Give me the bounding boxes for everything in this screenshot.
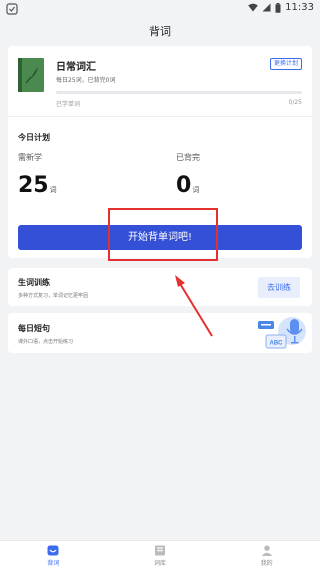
new-words-count: 25 词 (18, 174, 57, 198)
today-plan-title: 今日计划 (18, 133, 50, 142)
new-words-unit: 词 (49, 186, 57, 194)
tab-memorize-label: 背词 (47, 559, 60, 567)
daily-sentence-title: 每日短句 (18, 324, 50, 333)
new-words-label: 需新学 (18, 153, 42, 162)
bottom-tab-bar: 背词 词库 我的 (0, 540, 320, 570)
tab-wordbank-label: 词库 (154, 559, 167, 567)
divider (8, 116, 312, 117)
book-daily-summary: 每日25词，已背完0词 (56, 77, 116, 84)
daily-sentence-card[interactable]: 每日短句 课外口语，点击开始练习 ABC (8, 313, 312, 353)
tab-wordbank[interactable]: 词库 (107, 541, 214, 570)
signal-icon (262, 3, 271, 12)
change-plan-button[interactable]: 更换计划 (269, 58, 302, 70)
status-bar: 11:33 (0, 0, 320, 18)
finished-words-label: 已背完 (176, 153, 200, 162)
learned-words-label: 已学单词 (56, 101, 81, 108)
new-words-value: 25 (18, 173, 49, 198)
vocab-training-subtitle: 多种方式复习，单词记忆更牢固 (18, 293, 89, 299)
tab-profile-label: 我的 (260, 559, 273, 567)
smile-icon (47, 545, 59, 555)
app-notification-icon (6, 3, 18, 15)
wifi-icon (248, 3, 258, 12)
learned-words-count: 0/25 (288, 99, 302, 106)
vocab-training-card[interactable]: 生词训练 多种方式复习，单词记忆更牢固 去训练 (8, 268, 312, 306)
status-time: 11:33 (285, 2, 314, 13)
learning-progress-bar (56, 91, 302, 94)
book-cover[interactable] (18, 58, 44, 92)
tab-memorize[interactable]: 背词 (0, 541, 107, 570)
finished-words-unit: 词 (192, 186, 200, 194)
annotation-highlight-box (108, 208, 218, 261)
tab-profile[interactable]: 我的 (213, 541, 320, 570)
abc-illustration-text: ABC (270, 341, 284, 347)
book-name: 日常词汇 (56, 62, 96, 73)
microphone-speech-illustration-icon: ABC (258, 317, 306, 349)
page-title: 背词 (149, 25, 171, 38)
battery-icon (275, 2, 281, 13)
book-icon (155, 545, 165, 555)
vocab-training-title: 生词训练 (18, 278, 50, 287)
go-training-button[interactable]: 去训练 (258, 277, 300, 298)
daily-sentence-subtitle: 课外口语，点击开始练习 (18, 339, 74, 345)
finished-words-value: 0 (176, 173, 192, 198)
user-icon (261, 545, 272, 556)
finished-words-count: 0 词 (176, 174, 199, 198)
book-cover-leaf-icon (25, 67, 38, 84)
